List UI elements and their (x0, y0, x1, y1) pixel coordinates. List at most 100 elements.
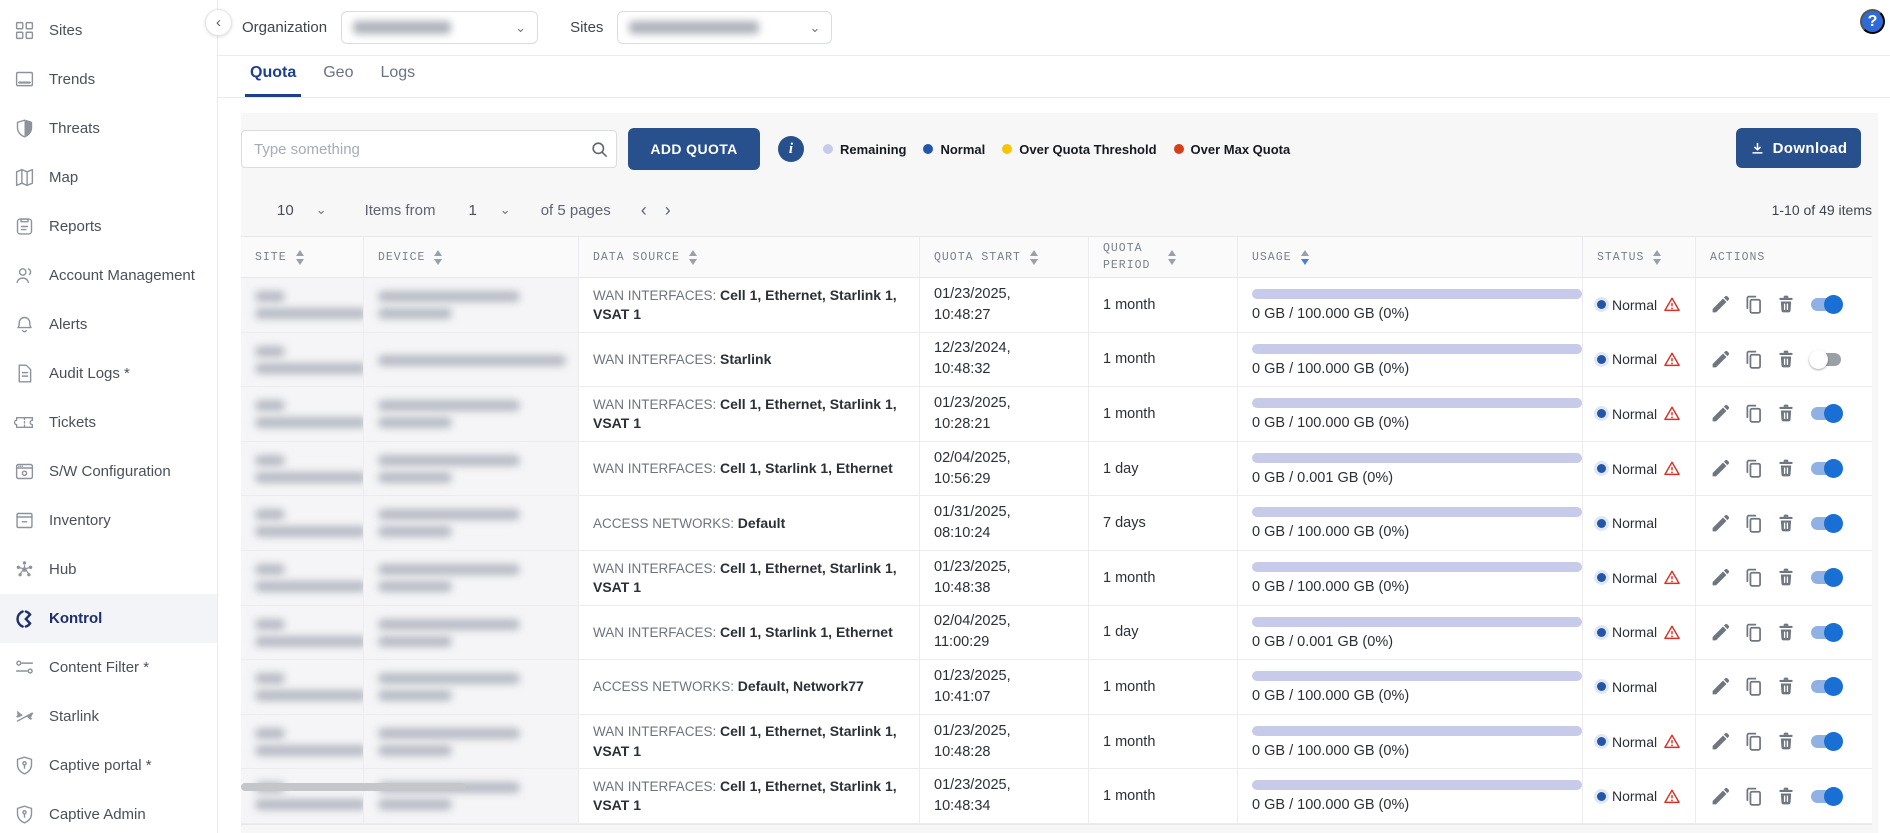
enable-toggle[interactable] (1811, 353, 1841, 366)
tab-geo[interactable]: Geo (318, 64, 358, 97)
delete-button[interactable] (1776, 403, 1797, 424)
sort-arrows-icon[interactable] (1653, 250, 1661, 265)
duplicate-button[interactable] (1743, 567, 1764, 588)
duplicate-button[interactable] (1743, 513, 1764, 534)
duplicate-button[interactable] (1743, 676, 1764, 697)
sidebar-item-inventory[interactable]: Inventory (0, 496, 217, 545)
enable-toggle[interactable] (1811, 680, 1841, 693)
enable-toggle[interactable] (1811, 626, 1841, 639)
sidebar-item-threats[interactable]: Threats (0, 104, 217, 153)
enable-toggle[interactable] (1811, 790, 1841, 803)
duplicate-button[interactable] (1743, 731, 1764, 752)
sort-arrows-icon[interactable] (689, 250, 697, 265)
duplicate-button[interactable] (1743, 622, 1764, 643)
edit-button[interactable] (1710, 622, 1731, 643)
search-input[interactable] (242, 141, 582, 158)
add-quota-button[interactable]: ADD QUOTA (628, 128, 760, 170)
sidebar-item-hub[interactable]: Hub (0, 545, 217, 594)
sidebar-item-trends[interactable]: Trends (0, 55, 217, 104)
organization-select[interactable]: ⌄ (341, 11, 538, 44)
sidebar-item-account-management[interactable]: Account Management (0, 251, 217, 300)
column-header-quota-period[interactable]: QUOTA PERIOD (1089, 237, 1238, 277)
duplicate-button[interactable] (1743, 786, 1764, 807)
delete-button[interactable] (1776, 567, 1797, 588)
edit-button[interactable] (1710, 458, 1731, 479)
enable-toggle[interactable] (1811, 517, 1841, 530)
sidebar-item-captive-admin[interactable]: Captive Admin (0, 790, 217, 833)
sidebar-item-sites[interactable]: Sites (0, 6, 217, 55)
tab-logs[interactable]: Logs (375, 64, 420, 97)
delete-button[interactable] (1776, 676, 1797, 697)
delete-button[interactable] (1776, 458, 1797, 479)
warning-icon[interactable] (1663, 405, 1681, 422)
delete-button[interactable] (1776, 349, 1797, 370)
page-size-chevron-icon[interactable]: ⌄ (316, 202, 327, 218)
sidebar-item-kontrol[interactable]: Kontrol (0, 594, 217, 643)
edit-button[interactable] (1710, 294, 1731, 315)
next-page-button[interactable]: › (665, 201, 671, 219)
sort-arrows-icon[interactable] (1030, 250, 1038, 265)
enable-toggle[interactable] (1811, 571, 1841, 584)
sidebar-item-s-w-configuration[interactable]: S/W Configuration (0, 447, 217, 496)
warning-icon[interactable] (1663, 296, 1681, 313)
help-button[interactable]: ? (1860, 9, 1885, 34)
download-button[interactable]: Download (1736, 128, 1861, 168)
edit-button[interactable] (1710, 731, 1731, 752)
column-header-data-source[interactable]: DATA SOURCE (579, 237, 920, 277)
sidebar-item-starlink[interactable]: Starlink (0, 692, 217, 741)
sidebar-item-alerts[interactable]: Alerts (0, 300, 217, 349)
edit-button[interactable] (1710, 403, 1731, 424)
page-number-chevron-icon[interactable]: ⌄ (500, 202, 511, 218)
enable-toggle[interactable] (1811, 298, 1841, 311)
delete-button[interactable] (1776, 513, 1797, 534)
edit-button[interactable] (1710, 349, 1731, 370)
warning-icon[interactable] (1663, 788, 1681, 805)
warning-icon[interactable] (1663, 460, 1681, 477)
sort-arrows-icon[interactable] (296, 250, 304, 265)
sidebar-item-reports[interactable]: Reports (0, 202, 217, 251)
duplicate-button[interactable] (1743, 403, 1764, 424)
column-header-quota-start[interactable]: QUOTA START (920, 237, 1089, 277)
sort-arrows-icon[interactable] (434, 250, 442, 265)
collapse-sidebar-button[interactable]: ‹ (205, 9, 232, 36)
duplicate-button[interactable] (1743, 349, 1764, 370)
search-icon[interactable] (582, 140, 616, 159)
warning-icon[interactable] (1663, 351, 1681, 368)
edit-button[interactable] (1710, 676, 1731, 697)
page-size-value[interactable]: 10 (277, 202, 294, 219)
warning-icon[interactable] (1663, 624, 1681, 641)
sidebar-item-content-filter[interactable]: Content Filter * (0, 643, 217, 692)
status-label: Normal (1612, 515, 1657, 531)
sidebar-item-map[interactable]: Map (0, 153, 217, 202)
enable-toggle[interactable] (1811, 407, 1841, 420)
column-header-usage[interactable]: USAGE (1238, 237, 1583, 277)
column-header-site[interactable]: SITE (241, 237, 364, 277)
sidebar-item-captive-portal[interactable]: Captive portal * (0, 741, 217, 790)
sidebar-item-audit-logs[interactable]: Audit Logs * (0, 349, 217, 398)
enable-toggle[interactable] (1811, 735, 1841, 748)
prev-page-button[interactable]: ‹ (641, 201, 647, 219)
edit-button[interactable] (1710, 567, 1731, 588)
duplicate-button[interactable] (1743, 294, 1764, 315)
duplicate-button[interactable] (1743, 458, 1764, 479)
column-header-device[interactable]: DEVICE (364, 237, 579, 277)
sort-arrows-icon[interactable] (1168, 250, 1176, 265)
enable-toggle[interactable] (1811, 462, 1841, 475)
info-icon[interactable]: i (778, 136, 804, 162)
warning-icon[interactable] (1663, 569, 1681, 586)
sort-arrows-icon[interactable] (1301, 250, 1309, 265)
data-source-prefix: WAN INTERFACES: (593, 397, 720, 412)
column-header-status[interactable]: STATUS (1583, 237, 1696, 277)
tab-quota[interactable]: Quota (245, 64, 301, 97)
delete-button[interactable] (1776, 731, 1797, 752)
page-number-value[interactable]: 1 (468, 202, 476, 219)
delete-button[interactable] (1776, 622, 1797, 643)
sidebar-item-tickets[interactable]: Tickets (0, 398, 217, 447)
edit-button[interactable] (1710, 786, 1731, 807)
edit-button[interactable] (1710, 513, 1731, 534)
delete-button[interactable] (1776, 294, 1797, 315)
warning-icon[interactable] (1663, 733, 1681, 750)
sites-select[interactable]: ⌄ (617, 11, 832, 44)
delete-button[interactable] (1776, 786, 1797, 807)
horizontal-scrollbar[interactable] (241, 783, 466, 791)
